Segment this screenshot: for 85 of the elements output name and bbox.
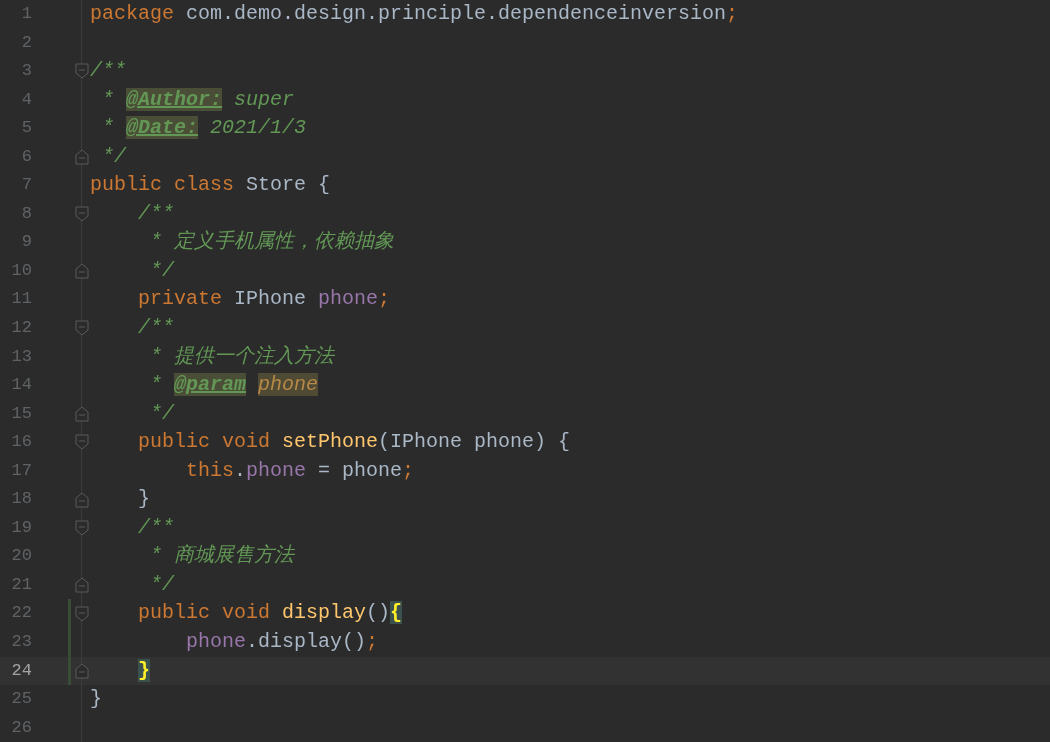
- comment-text: */: [150, 401, 175, 425]
- line-number: 19: [10, 516, 32, 539]
- field-name: phone: [318, 287, 379, 311]
- javadoc-tag: @Date:: [126, 116, 199, 140]
- line-number: 16: [10, 431, 32, 454]
- fold-collapse-icon[interactable]: [75, 434, 89, 451]
- fold-collapse-icon[interactable]: [75, 206, 89, 223]
- matched-brace: {: [390, 601, 403, 625]
- line-number: 21: [10, 573, 32, 596]
- line-number: 24: [10, 659, 32, 682]
- line-number: 26: [10, 716, 32, 739]
- javadoc-tag: @Author:: [126, 87, 223, 111]
- comment-text: /**: [138, 515, 175, 539]
- line-number: 13: [10, 345, 32, 368]
- method-name: setPhone: [282, 430, 379, 454]
- param-name: phone: [258, 373, 319, 397]
- keyword: private: [138, 287, 224, 311]
- line-number: 8: [20, 202, 32, 225]
- comment-text: * 商城展售方法: [150, 544, 295, 568]
- line-number: 18: [10, 488, 32, 511]
- comment-text: /**: [138, 201, 175, 225]
- line-number: 25: [10, 688, 32, 711]
- keyword: this: [186, 458, 235, 482]
- code-text: com.demo.design.principle.dependenceinversion: [186, 2, 727, 25]
- comment-text: */: [150, 258, 175, 282]
- punctuation: ;: [402, 458, 415, 482]
- matched-brace: }: [138, 658, 151, 682]
- line-number: 5: [20, 117, 32, 140]
- fold-collapse-icon[interactable]: [75, 63, 89, 80]
- line-number: 20: [10, 545, 32, 568]
- code-text: (IPhone phone) {: [378, 430, 571, 454]
- code-text: }: [138, 487, 151, 511]
- punctuation: ;: [378, 287, 391, 311]
- method-name: display: [282, 601, 367, 625]
- comment-text: * 提供一个注入方法: [150, 344, 335, 368]
- keyword: public class: [90, 173, 236, 197]
- code-text: (): [366, 601, 391, 625]
- punctuation: ;: [366, 630, 379, 654]
- comment-text: */: [102, 144, 127, 168]
- code-text: .: [234, 458, 247, 482]
- line-number: 7: [20, 174, 32, 197]
- comment-text: super: [234, 87, 295, 111]
- code-text: Store {: [246, 173, 331, 197]
- line-number: 23: [10, 631, 32, 654]
- keyword: package: [90, 2, 175, 25]
- fold-end-icon[interactable]: [75, 491, 89, 508]
- field-name: phone: [186, 630, 247, 654]
- fold-end-icon[interactable]: [75, 149, 89, 165]
- code-text: = phone: [318, 458, 403, 482]
- line-number: 4: [20, 88, 32, 111]
- field-name: phone: [246, 458, 307, 482]
- comment-text: 2021/1/3: [210, 116, 307, 140]
- line-number: 3: [20, 60, 32, 83]
- line-number: 11: [10, 288, 32, 311]
- line-number: 9: [20, 231, 32, 254]
- comment-text: *: [102, 116, 116, 140]
- code-text: .display(): [246, 630, 367, 654]
- comment-text: * 定义手机属性，依赖抽象: [150, 230, 395, 254]
- keyword: public void: [138, 601, 272, 625]
- punctuation: ;: [726, 2, 739, 25]
- comment-text: /**: [138, 316, 175, 339]
- code-text: }: [90, 687, 102, 711]
- line-number: 17: [10, 459, 32, 482]
- code-text: IPhone: [234, 287, 308, 311]
- fold-end-icon[interactable]: [75, 263, 89, 280]
- line-number: 6: [20, 145, 32, 168]
- line-number: 15: [10, 402, 32, 425]
- fold-end-icon[interactable]: [75, 577, 89, 594]
- fold-collapse-icon[interactable]: [75, 320, 89, 337]
- javadoc-tag: @param: [174, 373, 247, 397]
- fold-collapse-icon[interactable]: [75, 605, 89, 622]
- line-number: 12: [10, 317, 32, 339]
- fold-collapse-icon[interactable]: [75, 520, 89, 537]
- comment-text: */: [150, 572, 175, 596]
- fold-end-icon[interactable]: [75, 662, 89, 679]
- line-number: 1: [20, 3, 32, 25]
- comment-text: *: [102, 87, 116, 111]
- comment-text: *: [150, 373, 164, 397]
- comment-text: /**: [90, 59, 126, 83]
- line-number: 22: [10, 602, 32, 625]
- keyword: public void: [138, 430, 272, 454]
- line-number: 2: [20, 31, 32, 54]
- line-number: 10: [10, 259, 32, 282]
- fold-end-icon[interactable]: [75, 405, 89, 422]
- line-number: 14: [10, 374, 32, 397]
